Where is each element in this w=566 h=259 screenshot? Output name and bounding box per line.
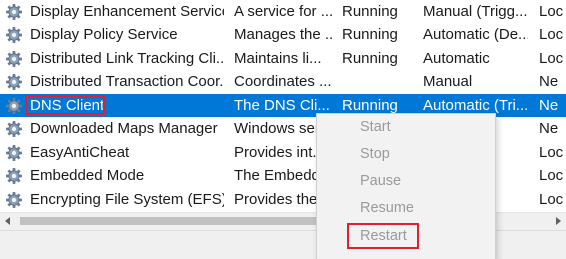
gear-icon	[5, 97, 23, 114]
service-log-on-as: Ne	[539, 96, 559, 114]
context-menu: Start Stop Pause Resume Restart	[316, 113, 496, 259]
service-description: Coordinates ...	[234, 73, 332, 90]
service-log-on-as: Loc	[539, 143, 564, 161]
service-description: Maintains li...	[234, 49, 322, 67]
gear-icon	[5, 120, 23, 138]
service-name: EasyAntiCheat	[30, 143, 130, 161]
menu-item-start[interactable]: Start	[317, 114, 495, 140]
gear-icon	[5, 144, 23, 161]
scroll-left-arrow-icon[interactable]	[5, 217, 10, 225]
menu-item-resume[interactable]: Resume	[317, 195, 495, 221]
service-log-on-as: Loc	[539, 49, 564, 67]
service-log-on-as: Ne	[539, 73, 559, 90]
service-row[interactable]: Display Enhancement Service A service fo…	[0, 0, 566, 23]
gear-icon	[5, 3, 23, 20]
service-log-on-as: Loc	[539, 190, 564, 208]
service-name: Distributed Link Tracking Cli...	[30, 49, 224, 67]
service-log-on-as: Loc	[539, 26, 564, 43]
service-name: Downloaded Maps Manager	[30, 120, 218, 137]
service-name: DNS Client	[30, 96, 105, 114]
service-name: Distributed Transaction Coor...	[30, 73, 224, 90]
gear-icon	[5, 26, 23, 44]
gear-icon	[5, 50, 23, 67]
service-description: A service for ...	[234, 2, 332, 20]
service-name: Embedded Mode	[30, 167, 145, 184]
service-log-on-as: Loc	[539, 167, 564, 184]
menu-item-pause[interactable]: Pause	[317, 168, 495, 194]
service-startup-type: Manual	[423, 73, 473, 90]
service-name: Encrypting File System (EFS)	[30, 190, 224, 208]
scroll-right-arrow-icon[interactable]	[556, 217, 561, 225]
gear-icon	[5, 191, 23, 208]
service-status: Running	[342, 49, 398, 67]
service-name: Display Policy Service	[30, 26, 178, 43]
service-name: Display Enhancement Service	[30, 2, 224, 20]
service-startup-type: Automatic (De...	[423, 26, 528, 43]
service-description: Manages the ...	[234, 26, 332, 43]
service-log-on-as: Ne	[539, 120, 559, 137]
service-status	[342, 70, 414, 94]
services-window: Display Enhancement Service A service fo…	[0, 0, 566, 259]
service-startup-type: Automatic	[423, 49, 490, 67]
service-startup-type: Manual (Trigg...	[423, 2, 528, 20]
service-row[interactable]: Distributed Link Tracking Cli... Maintai…	[0, 47, 566, 71]
service-row[interactable]: Display Policy Service Manages the ... R…	[0, 23, 566, 47]
service-status: Running	[342, 26, 398, 43]
service-status: Running	[342, 2, 398, 20]
menu-item-stop[interactable]: Stop	[317, 141, 495, 167]
gear-icon	[5, 167, 23, 185]
gear-icon	[5, 73, 23, 91]
service-log-on-as: Loc	[539, 2, 564, 20]
service-row[interactable]: Distributed Transaction Coor... Coordina…	[0, 70, 566, 94]
menu-item-restart[interactable]: Restart	[317, 223, 495, 249]
